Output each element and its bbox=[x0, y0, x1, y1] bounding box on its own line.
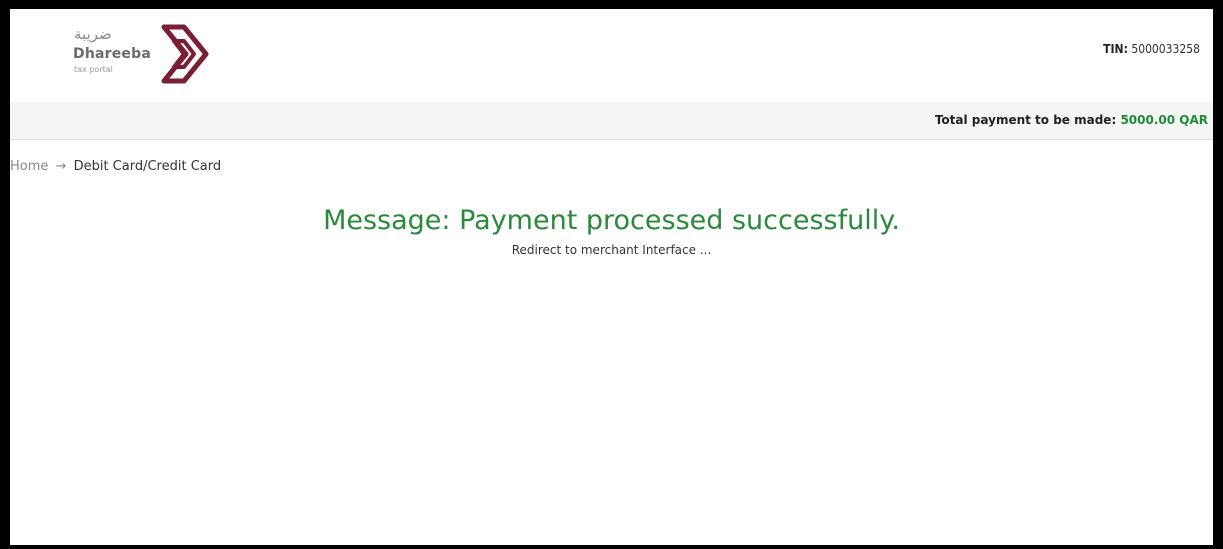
breadcrumb: Home → Debit Card/Credit Card bbox=[10, 159, 221, 174]
breadcrumb-home-link[interactable]: Home bbox=[10, 159, 48, 174]
tin-label: TIN: bbox=[1103, 42, 1128, 56]
header: ضريبة Dhareeba tax portal TIN: 500003325… bbox=[10, 9, 1213, 102]
tin-display: TIN: 5000033258 bbox=[1103, 42, 1200, 56]
tin-value: 5000033258 bbox=[1131, 42, 1200, 56]
arrow-right-icon: → bbox=[55, 159, 67, 174]
logo-arabic-text: ضريبة bbox=[74, 25, 112, 43]
logo-subtitle: tax portal bbox=[74, 65, 113, 74]
total-payment: Total payment to be made: 5000.00 QAR bbox=[935, 113, 1208, 127]
total-payment-label: Total payment to be made: bbox=[934, 113, 1117, 127]
payment-summary-bar: Total payment to be made: 5000.00 QAR bbox=[10, 102, 1213, 140]
breadcrumb-current: Debit Card/Credit Card bbox=[73, 159, 222, 174]
redirect-notice: Redirect to merchant Interface ... bbox=[511, 243, 712, 257]
status-message: Message: Payment processed successfully. bbox=[323, 205, 900, 236]
logo-name: Dhareeba bbox=[73, 46, 151, 62]
page-frame: ضريبة Dhareeba tax portal TIN: 500003325… bbox=[10, 9, 1213, 545]
logo-chevron-icon bbox=[161, 24, 209, 84]
total-payment-amount: 5000.00 QAR bbox=[1120, 113, 1208, 127]
dhareeba-logo[interactable]: ضريبة Dhareeba tax portal bbox=[70, 23, 210, 85]
